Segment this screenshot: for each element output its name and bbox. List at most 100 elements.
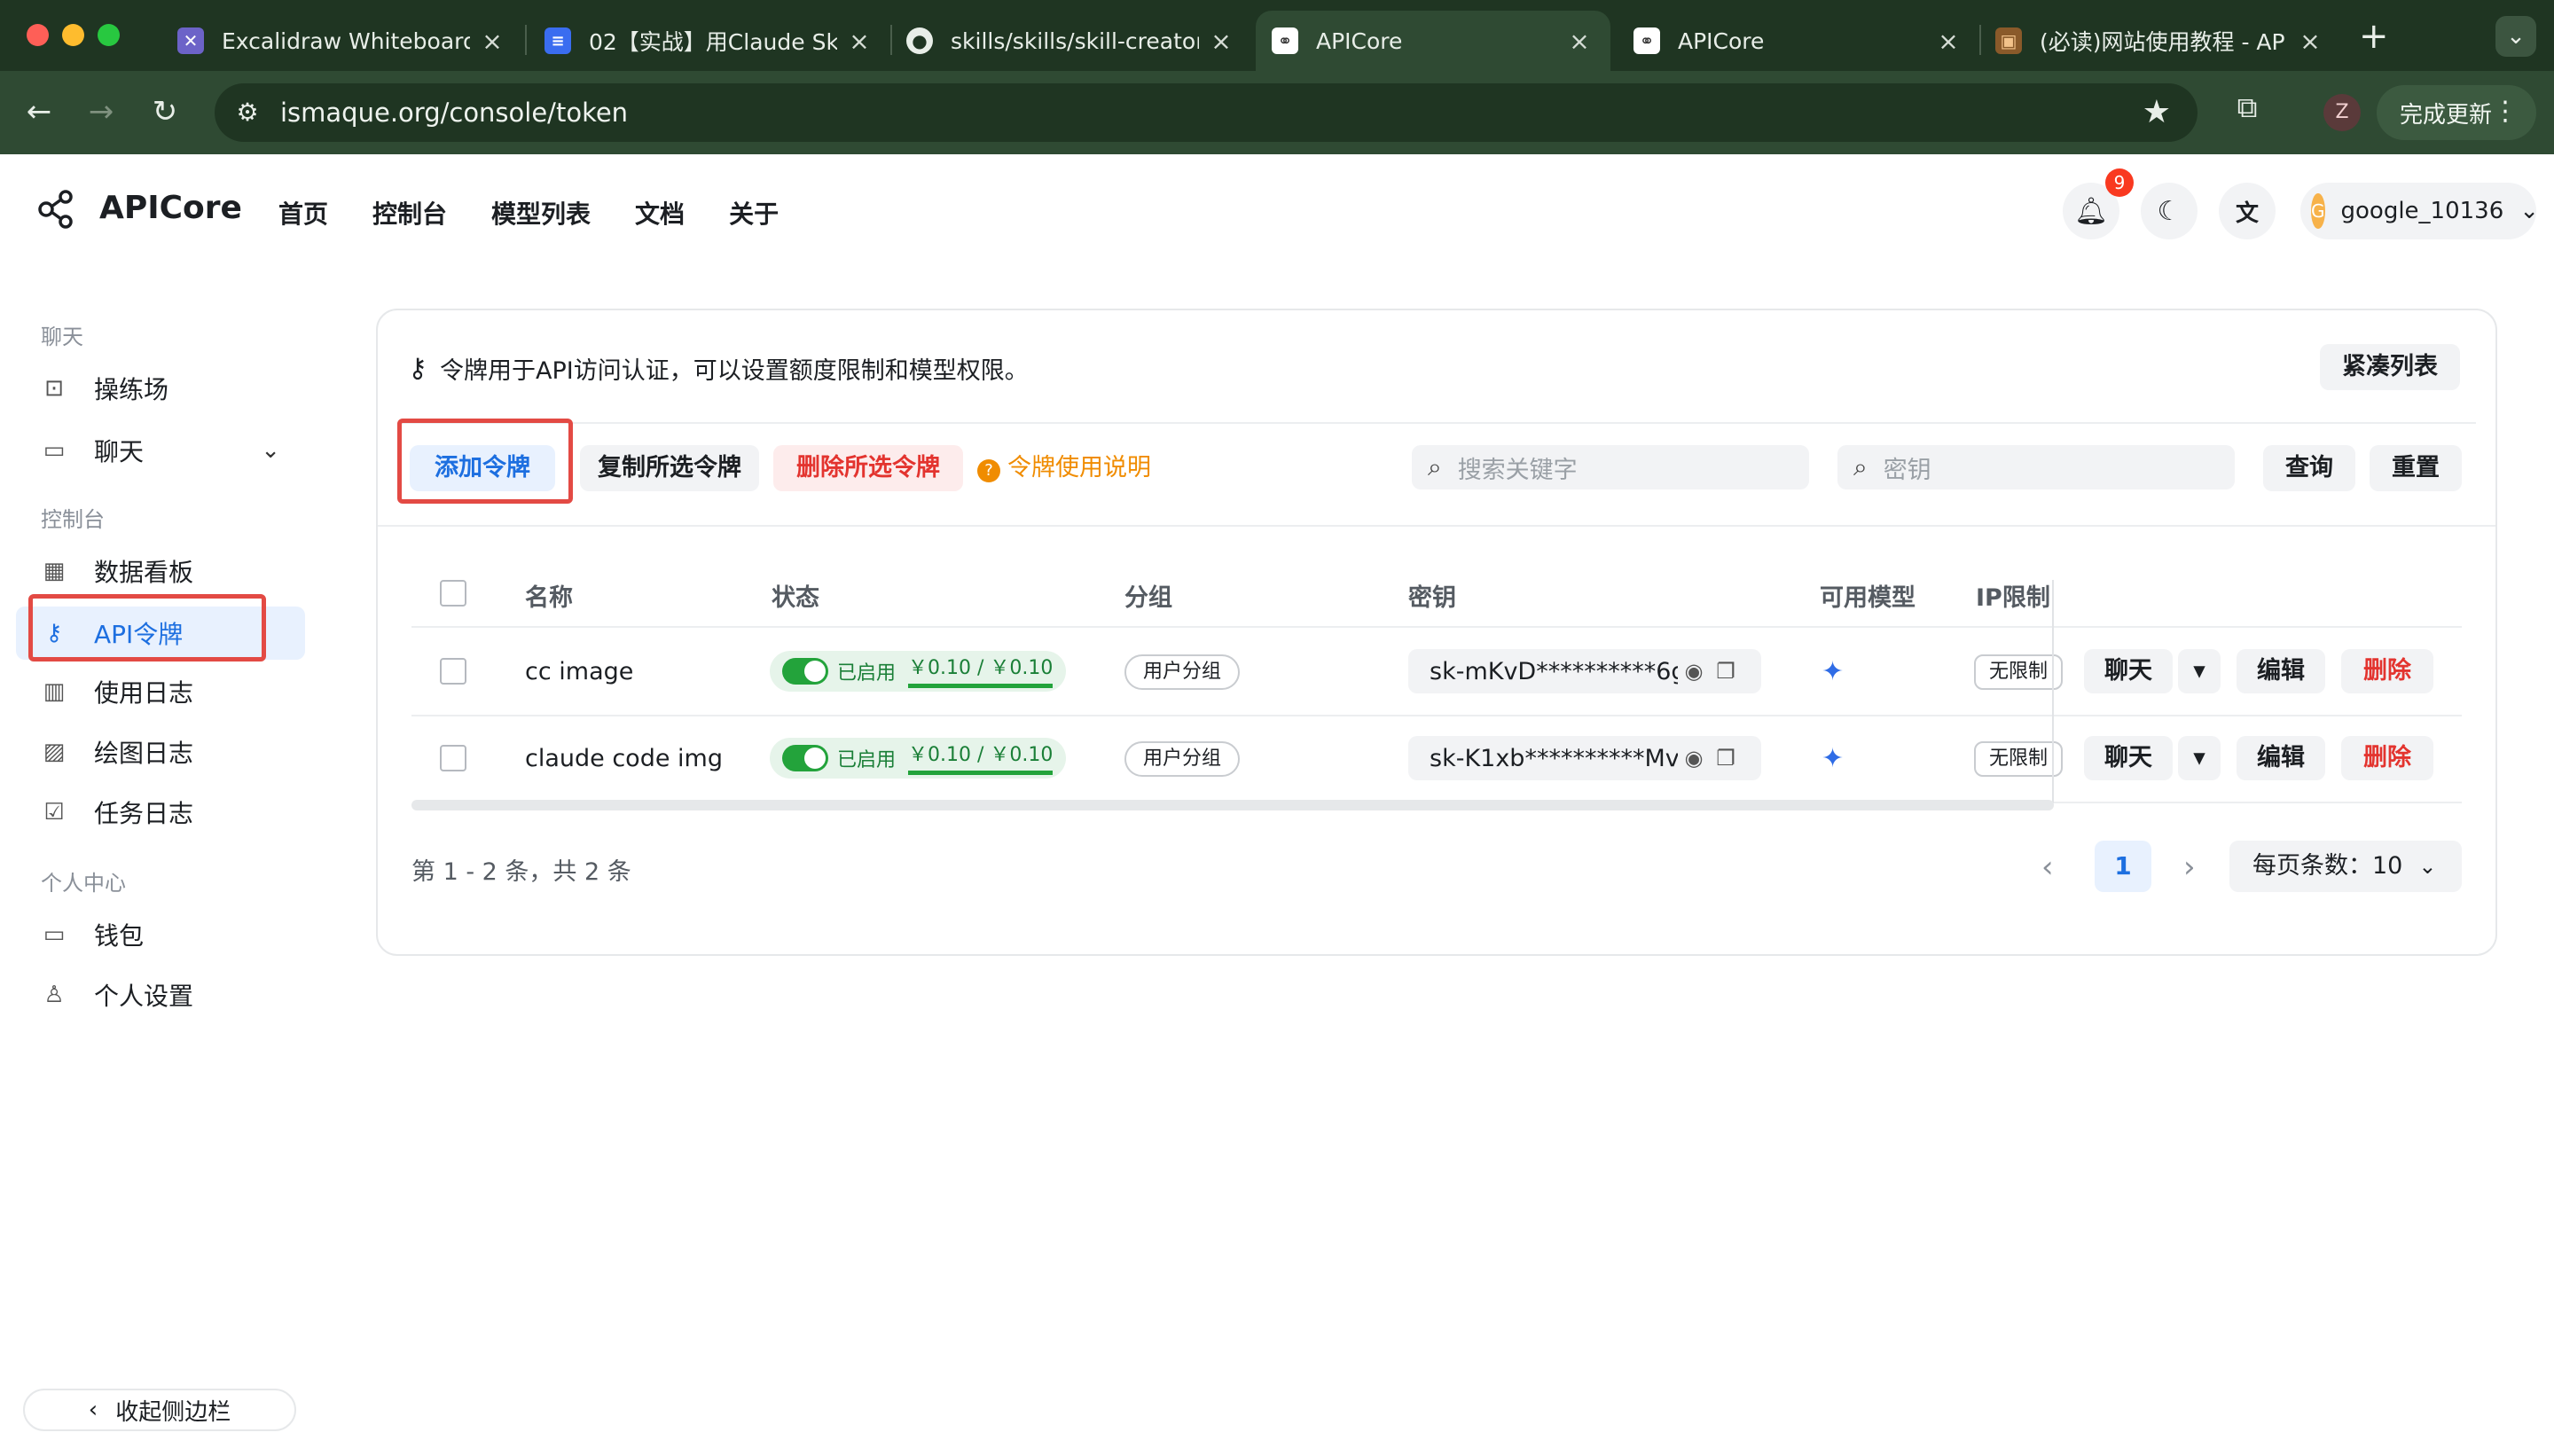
url-text[interactable]: ismaque.org/console/token (280, 98, 628, 128)
horizontal-scrollbar[interactable] (411, 800, 2054, 810)
bookmark-star-icon[interactable]: ★ (2143, 94, 2171, 130)
column-header-models[interactable]: 可用模型 (1820, 578, 1916, 613)
new-tab-button[interactable]: + (2359, 16, 2389, 57)
chat-dropdown-button[interactable]: ▾ (2178, 736, 2221, 780)
gemini-model-icon[interactable]: ✦ (1821, 743, 1844, 774)
tab-close-icon[interactable]: × (2297, 27, 2323, 56)
close-window-button[interactable] (27, 24, 49, 46)
address-bar[interactable]: ⚙ ismaque.org/console/token ★ (215, 83, 2198, 142)
column-header-ip-limit[interactable]: IP限制 (1976, 578, 2050, 613)
copy-icon[interactable]: ❐ (1710, 746, 1742, 771)
quota-text: ￥0.10 / ￥0.10 (908, 655, 1054, 688)
collapse-label: 收起侧边栏 (115, 1398, 231, 1426)
theme-toggle-button[interactable]: ☾ (2141, 183, 2198, 239)
chat-button[interactable]: 聊天 (2084, 736, 2173, 780)
search-keyword-input[interactable]: ⌕ 搜索关键字 (1412, 445, 1809, 489)
nav-console[interactable]: 控制台 (372, 195, 447, 231)
sidebar-item-label: 个人设置 (94, 982, 194, 1011)
forward-arrow-icon[interactable]: → (80, 90, 122, 133)
column-header-group[interactable]: 分组 (1124, 578, 1172, 613)
tab-close-icon[interactable]: × (1935, 27, 1962, 56)
chat-dropdown-button[interactable]: ▾ (2178, 649, 2221, 693)
logo-icon[interactable] (35, 188, 78, 231)
language-button[interactable]: 文 (2219, 183, 2276, 239)
tab-close-icon[interactable]: × (1566, 27, 1593, 56)
column-header-status[interactable]: 状态 (772, 578, 819, 613)
maximize-window-button[interactable] (98, 24, 120, 46)
token-help-link[interactable]: ? 令牌使用说明 (977, 445, 1163, 491)
status-toggle[interactable] (782, 745, 828, 771)
reset-button[interactable]: 重置 (2370, 445, 2462, 491)
delete-button[interactable]: 删除 (2341, 736, 2433, 780)
column-header-name[interactable]: 名称 (525, 578, 573, 613)
status-toggle[interactable] (782, 658, 828, 685)
sidebar-item-task-logs[interactable]: ☑ 任务日志 (16, 786, 305, 839)
status-pill: 已启用 ￥0.10 / ￥0.10 (770, 651, 1066, 692)
chevron-right-icon[interactable]: › (2183, 849, 2196, 885)
back-arrow-icon[interactable]: ← (18, 90, 60, 133)
tab-search-chevron-icon[interactable]: ⌄ (2495, 16, 2536, 57)
translate-icon: 文 (2235, 200, 2259, 227)
username: google_10136 (2340, 198, 2504, 224)
eye-icon[interactable]: ◉ (1678, 746, 1710, 771)
site-settings-icon[interactable]: ⚙ (232, 98, 262, 128)
user-menu[interactable]: G google_10136 ⌄ (2300, 183, 2539, 239)
copy-icon[interactable]: ❐ (1710, 659, 1742, 684)
update-button[interactable]: 完成更新 ⋮ (2377, 85, 2536, 140)
page-number-current[interactable]: 1 (2095, 841, 2151, 892)
sidebar-item-usage-logs[interactable]: ▥ 使用日志 (16, 665, 305, 718)
row-checkbox[interactable] (440, 745, 466, 771)
pagination-summary: 第 1 - 2 条，共 2 条 (411, 858, 631, 886)
column-header-key[interactable]: 密钥 (1408, 578, 1456, 613)
browser-tab-active[interactable]: ⚭ APICore × (1256, 11, 1610, 71)
more-menu-icon[interactable]: ⋮ (2492, 96, 2519, 127)
key-text: sk-mKvD**********6g (1430, 657, 1678, 685)
browser-tab[interactable]: ⚭ APICore × (1633, 11, 1979, 71)
status-text: 已启用 (837, 662, 897, 685)
row-checkbox[interactable] (440, 658, 466, 685)
browser-tab-bar: ✕ Excalidraw Whiteboard × ≡ 02【实战】用Claud… (0, 0, 2554, 71)
page-size-select[interactable]: 每页条数：10 ⌄ (2229, 841, 2462, 892)
group-tag: 用户分组 (1124, 741, 1240, 777)
nav-home[interactable]: 首页 (278, 195, 328, 231)
browser-tab[interactable]: ✕ Excalidraw Whiteboard × (177, 11, 523, 71)
collapse-sidebar-button[interactable]: ‹ 收起侧边栏 (23, 1389, 296, 1431)
sidebar-item-playground[interactable]: ⊡ 操练场 (16, 362, 305, 415)
browser-tab[interactable]: ▣ (必读)网站使用教程 - AP × (1995, 11, 2341, 71)
delete-selected-button[interactable]: 删除所选令牌 (773, 445, 963, 491)
query-button[interactable]: 查询 (2263, 445, 2355, 491)
chat-button[interactable]: 聊天 (2084, 649, 2173, 693)
search-key-input[interactable]: ⌕ 密钥 (1837, 445, 2235, 489)
sidebar-item-chat[interactable]: ▭ 聊天 ⌄ (16, 424, 305, 477)
nav-about[interactable]: 关于 (729, 195, 779, 231)
nav-docs[interactable]: 文档 (635, 195, 685, 231)
profile-avatar[interactable]: Z (2323, 94, 2361, 131)
divider (378, 525, 2495, 527)
grid-icon: ▦ (43, 558, 66, 584)
tab-close-icon[interactable]: × (846, 27, 873, 56)
tab-close-icon[interactable]: × (479, 27, 505, 56)
edit-button[interactable]: 编辑 (2237, 649, 2325, 693)
tab-close-icon[interactable]: × (1208, 27, 1234, 56)
sidebar-item-dashboard[interactable]: ▦ 数据看板 (16, 544, 305, 598)
eye-icon[interactable]: ◉ (1678, 659, 1710, 684)
nav-models[interactable]: 模型列表 (491, 195, 591, 231)
sidebar-item-wallet[interactable]: ▭ 钱包 (16, 908, 305, 961)
compact-list-button[interactable]: 紧凑列表 (2320, 344, 2460, 390)
delete-button[interactable]: 删除 (2341, 649, 2433, 693)
select-all-checkbox[interactable] (440, 580, 466, 607)
browser-tab[interactable]: ≡ 02【实战】用Claude Sk × (544, 11, 890, 71)
sidebar-item-drawing-logs[interactable]: ▨ 绘图日志 (16, 725, 305, 779)
brand-name[interactable]: APICore (99, 190, 242, 226)
edit-button[interactable]: 编辑 (2237, 736, 2325, 780)
gemini-model-icon[interactable]: ✦ (1821, 656, 1844, 687)
ip-limit-tag: 无限制 (1974, 654, 2063, 690)
chevron-down-icon: ⌄ (2418, 854, 2437, 879)
browser-tab[interactable]: ● skills/skills/skill-creator × (906, 11, 1252, 71)
minimize-window-button[interactable] (62, 24, 84, 46)
chevron-left-icon[interactable]: ‹ (2041, 849, 2054, 885)
reload-icon[interactable]: ↻ (144, 90, 186, 133)
extensions-icon[interactable]: ⧉ (2226, 90, 2268, 125)
copy-selected-button[interactable]: 复制所选令牌 (580, 445, 759, 491)
sidebar-item-settings[interactable]: ♙ 个人设置 (16, 968, 305, 1022)
